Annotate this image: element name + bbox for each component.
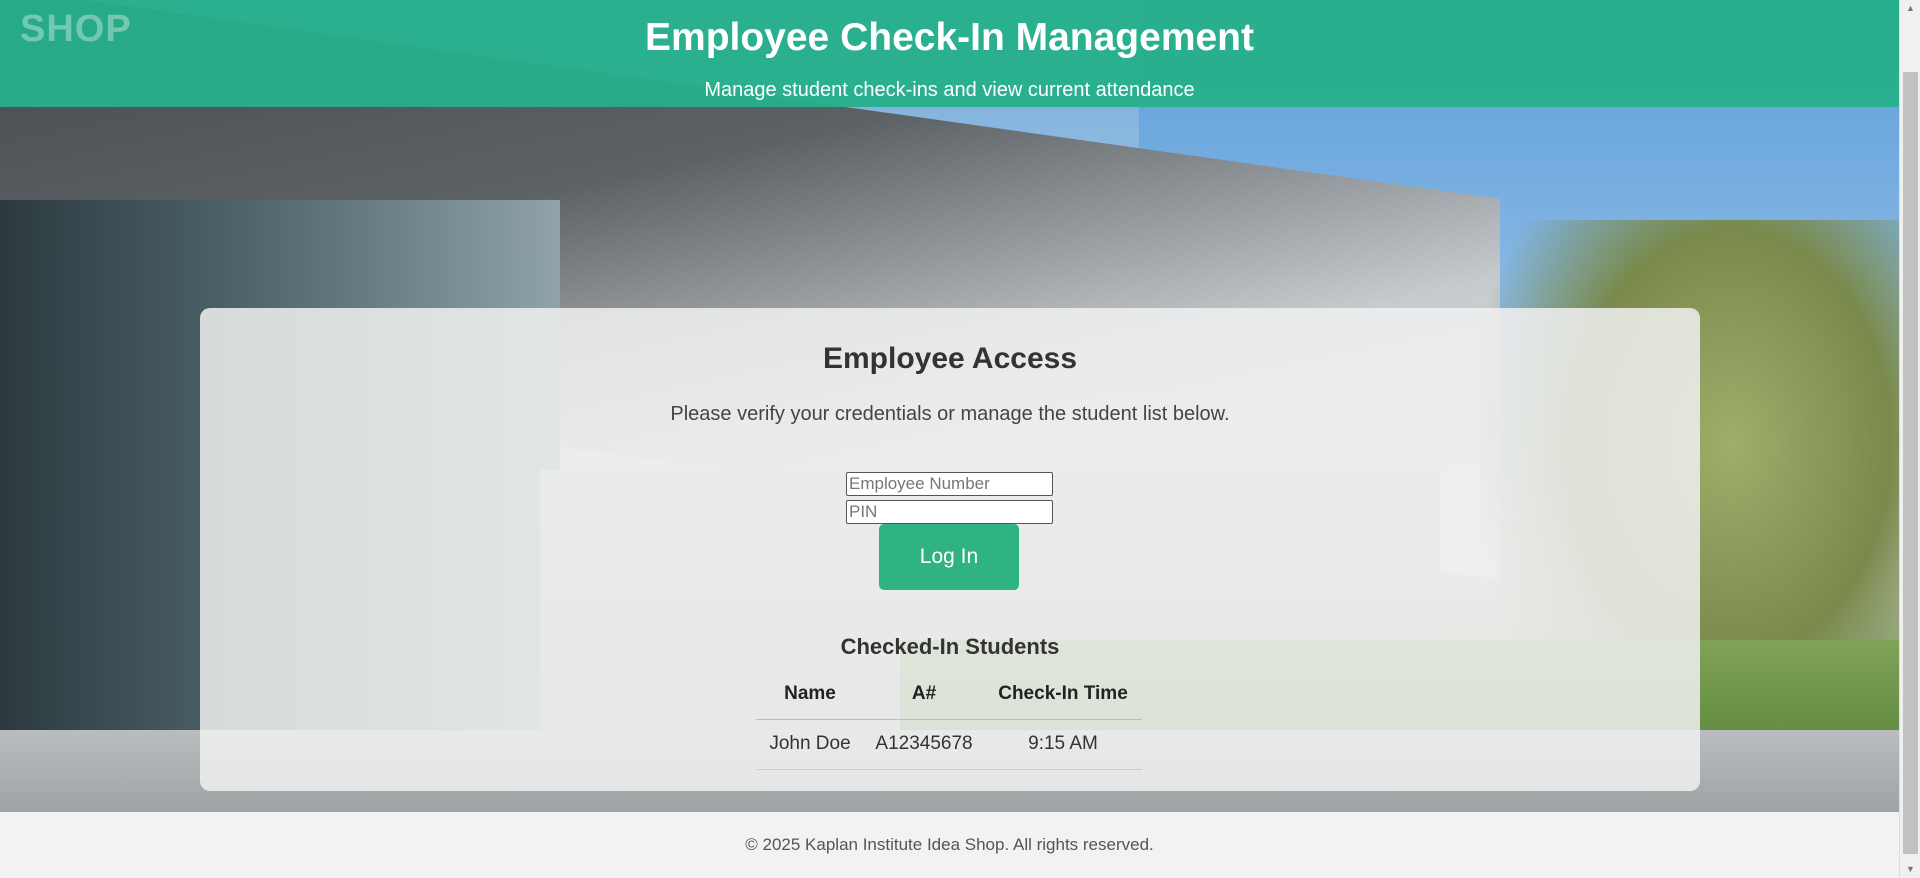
- page-footer: © 2025 Kaplan Institute Idea Shop. All r…: [0, 812, 1899, 878]
- student-anum: A12345678: [864, 719, 984, 770]
- table-row: John Doe A12345678 9:15 AM: [756, 719, 1142, 770]
- vertical-scrollbar[interactable]: ▲ ▼: [1899, 0, 1920, 878]
- student-checkin-time: 9:15 AM: [984, 719, 1142, 770]
- copyright-text: © 2025 Kaplan Institute Idea Shop. All r…: [745, 835, 1154, 854]
- column-header-checkin-time: Check-In Time: [984, 669, 1142, 720]
- scrollbar-thumb[interactable]: [1903, 72, 1918, 854]
- card-title: Employee Access: [822, 342, 1078, 375]
- employee-access-card: Employee Access Please verify your crede…: [200, 308, 1700, 791]
- student-name: John Doe: [756, 719, 864, 770]
- page-subtitle: Manage student check-ins and view curren…: [704, 79, 1195, 101]
- card-instructions: Please verify your credentials or manage…: [670, 403, 1230, 425]
- page-title: Employee Check-In Management: [645, 16, 1254, 59]
- pin-input[interactable]: [846, 500, 1053, 524]
- scroll-up-arrow-icon[interactable]: ▲: [1900, 0, 1920, 17]
- login-button[interactable]: Log In: [879, 524, 1019, 590]
- scroll-down-arrow-icon[interactable]: ▼: [1900, 861, 1920, 878]
- students-section-title: Checked-In Students: [840, 634, 1060, 659]
- column-header-anum: A#: [864, 669, 984, 720]
- students-table: Name A# Check-In Time John Doe A12345678…: [756, 669, 1142, 770]
- employee-number-input[interactable]: [846, 472, 1053, 496]
- table-header-row: Name A# Check-In Time: [756, 669, 1142, 720]
- column-header-name: Name: [756, 669, 864, 720]
- page-header: SHOP Employee Check-In Management Manage…: [0, 0, 1899, 107]
- page: SHOP Employee Check-In Management Manage…: [0, 0, 1899, 878]
